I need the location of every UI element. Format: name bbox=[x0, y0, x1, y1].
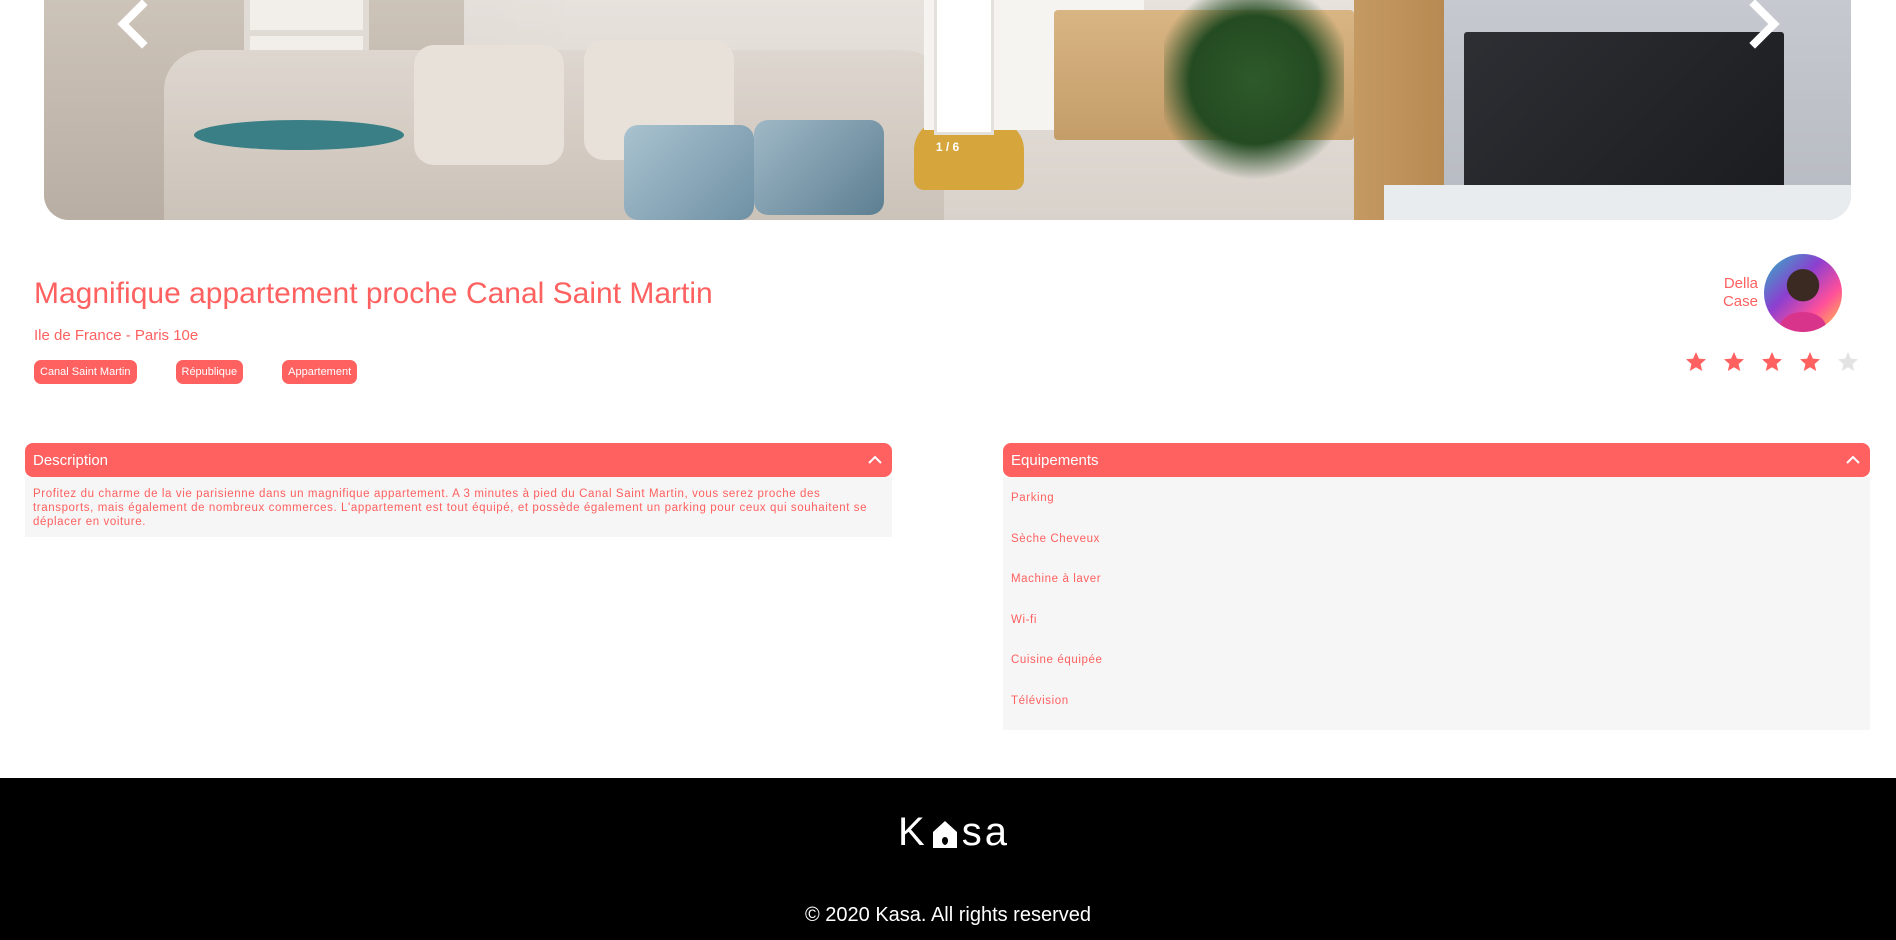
star-icon bbox=[1684, 350, 1708, 374]
host-last-name: Case bbox=[1722, 293, 1758, 310]
description-body: Profitez du charme de la vie parisienne … bbox=[25, 477, 892, 537]
list-item: Machine à laver bbox=[1011, 573, 1102, 585]
list-item: Télévision bbox=[1011, 694, 1069, 707]
chevron-up-icon bbox=[868, 455, 882, 464]
avatar bbox=[1764, 254, 1842, 332]
star-icon bbox=[1722, 350, 1746, 374]
host-info: Della Case bbox=[1723, 254, 1842, 332]
image-carousel: 1 / 6 bbox=[44, 0, 1851, 220]
list-item: Parking bbox=[1011, 492, 1055, 504]
chevron-right-icon bbox=[1749, 0, 1780, 49]
rating bbox=[1684, 350, 1860, 374]
list-item: Sèche Cheveux bbox=[1011, 532, 1100, 545]
star-icon bbox=[1760, 350, 1784, 374]
footer: K sa © 2020 Kasa. All rights reserved bbox=[0, 778, 1896, 940]
description-collapse: Description Profitez du charme de la vie… bbox=[25, 443, 892, 537]
carousel-counter: 1 / 6 bbox=[935, 140, 960, 154]
equipments-header: Equipements bbox=[1011, 451, 1099, 469]
chevron-left-icon bbox=[117, 0, 148, 49]
host-first-name: Della bbox=[1723, 275, 1758, 292]
listing-title: Magnifique appartement proche Canal Sain… bbox=[34, 277, 713, 310]
equipments-toggle[interactable]: Equipements bbox=[1003, 443, 1870, 477]
tag: Appartement bbox=[282, 360, 358, 384]
list-item: Cuisine équipée bbox=[1011, 654, 1103, 666]
copyright: © 2020 Kasa. All rights reserved bbox=[805, 904, 1091, 926]
house-icon bbox=[930, 816, 960, 850]
tag-list: Canal Saint Martin République Appartemen… bbox=[34, 360, 358, 384]
description-toggle[interactable]: Description bbox=[25, 443, 892, 477]
description-text: Profitez du charme de la vie parisienne … bbox=[33, 488, 868, 528]
equipments-collapse: Equipements Parking Sèche Cheveux Machin… bbox=[1003, 443, 1870, 730]
equipment-list: Parking Sèche Cheveux Machine à laver Wi… bbox=[1011, 487, 1862, 730]
host-name: Della Case bbox=[1723, 275, 1758, 311]
list-item: Wi-fi bbox=[1011, 613, 1037, 626]
star-icon bbox=[1836, 350, 1860, 374]
description-header: Description bbox=[33, 451, 109, 469]
star-icon bbox=[1798, 350, 1822, 374]
carousel-prev-button[interactable] bbox=[104, 0, 164, 54]
kasa-logo: K sa bbox=[898, 810, 1010, 854]
carousel-next-button[interactable] bbox=[1733, 0, 1793, 54]
chevron-up-icon bbox=[1846, 455, 1860, 464]
tag: Canal Saint Martin bbox=[34, 360, 137, 384]
listing-location: Ile de France - Paris 10e bbox=[34, 327, 199, 344]
tag: République bbox=[175, 360, 244, 384]
equipments-body: Parking Sèche Cheveux Machine à laver Wi… bbox=[1003, 477, 1870, 730]
